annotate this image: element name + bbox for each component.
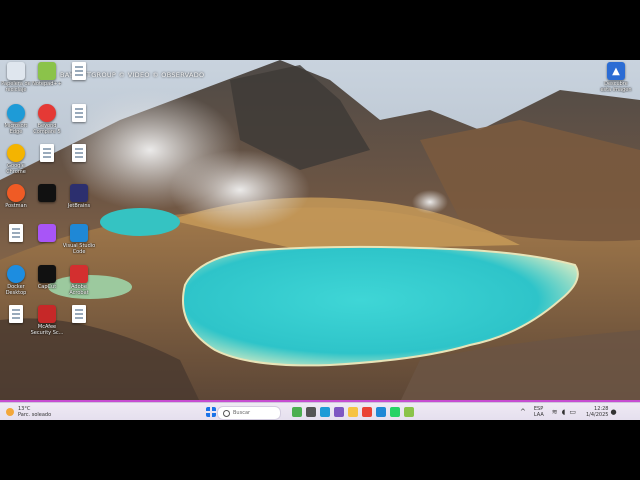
system-tray: ^ ESP LAA ≋ ◖ ▭ 12:28 1/4/2025 ● bbox=[518, 406, 619, 418]
desktop-icon-label: Microsoft Edge bbox=[4, 123, 28, 135]
desktop-icon[interactable]: Google Chrome bbox=[0, 144, 32, 184]
keyboard-layout: LAA bbox=[533, 412, 544, 418]
desktop-icon[interactable] bbox=[63, 305, 95, 345]
edge-icon bbox=[7, 104, 25, 122]
recycle-bin-icon bbox=[7, 62, 25, 80]
desktop-icon-label: Descubre esta imagen bbox=[600, 81, 632, 93]
taskbar: 13°C Parc. soleado Buscar ^ ESP LAA ≋ ◖ … bbox=[0, 402, 640, 420]
desktop-icon[interactable] bbox=[0, 305, 32, 345]
desktop-icon[interactable]: Adobe Acrobat bbox=[63, 265, 95, 305]
purple-app-icon bbox=[38, 224, 56, 242]
chevron-up-icon[interactable]: ^ bbox=[520, 408, 526, 416]
desktop-icon[interactable]: CapCut bbox=[31, 265, 63, 305]
notepad-plus-plus-icon bbox=[38, 62, 56, 80]
chrome-taskbar-icon[interactable] bbox=[362, 407, 372, 417]
clock[interactable]: 12:28 1/4/2025 bbox=[586, 406, 608, 418]
vscode-icon bbox=[70, 224, 88, 242]
document-icon bbox=[72, 305, 86, 323]
desktop-icon[interactable]: Beyond Compare 5 bbox=[31, 104, 63, 144]
notifications-icon[interactable]: ● bbox=[610, 408, 616, 416]
desktop-icon[interactable]: Microsoft Edge bbox=[0, 104, 32, 144]
desktop-icon-label: McAfee Security Sc... bbox=[30, 324, 64, 336]
document-icon bbox=[72, 144, 86, 162]
desktop-icon-label: Beyond Compare 5 bbox=[33, 123, 61, 135]
mcafee-icon bbox=[38, 305, 56, 323]
desktop-icon[interactable] bbox=[63, 62, 95, 102]
desktop-icon-label: JetBrains bbox=[67, 203, 91, 209]
desktop-icon-label: Adobe Acrobat bbox=[69, 284, 89, 296]
desktop-icon-label: Google Chrome bbox=[6, 163, 26, 175]
language-indicator[interactable]: ESP LAA bbox=[534, 406, 544, 418]
desktop-icon-label: Papelera de reciclaje bbox=[1, 81, 31, 93]
beyond-compare-icon bbox=[38, 104, 56, 122]
chrome-icon bbox=[7, 144, 25, 162]
whatsapp-icon[interactable] bbox=[390, 407, 400, 417]
desktop-icon[interactable]: McAfee Security Sc... bbox=[31, 305, 63, 345]
document-icon bbox=[9, 224, 23, 242]
desktop-icon-label: Docker Desktop bbox=[5, 284, 27, 296]
desktop-wallpaper bbox=[0, 60, 640, 402]
desktop-icon-label: Postman bbox=[5, 203, 27, 209]
jetbrains-icon bbox=[70, 184, 88, 202]
store-icon[interactable] bbox=[334, 407, 344, 417]
desktop-icon-label: Notepad++ bbox=[32, 81, 62, 87]
desktop-icon[interactable] bbox=[63, 144, 95, 184]
windows-start-icon bbox=[206, 407, 216, 417]
document-icon bbox=[72, 62, 86, 80]
dark-app-icon bbox=[38, 184, 56, 202]
taskbar-pinned-apps bbox=[290, 406, 416, 418]
desktop-screen: BAYSOFTGROUP © VIDEO © OBSERVADO Papeler… bbox=[0, 60, 640, 420]
docker-icon bbox=[7, 265, 25, 283]
start-button[interactable] bbox=[204, 406, 218, 418]
vscode-taskbar-icon[interactable] bbox=[376, 407, 386, 417]
desktop-icon[interactable] bbox=[31, 224, 63, 264]
weather-widget[interactable]: 13°C Parc. soleado bbox=[6, 406, 51, 418]
document-icon bbox=[40, 144, 54, 162]
search-placeholder: Buscar bbox=[233, 410, 251, 416]
desktop-icon[interactable]: Postman bbox=[0, 184, 32, 224]
desktop-icon[interactable]: Docker Desktop bbox=[0, 265, 32, 305]
desktop-icon[interactable] bbox=[31, 184, 63, 224]
document-icon bbox=[9, 305, 23, 323]
battery-icon[interactable]: ▭ bbox=[569, 408, 576, 416]
explorer-icon[interactable] bbox=[348, 407, 358, 417]
clock-date: 1/4/2025 bbox=[585, 412, 609, 418]
desktop-icon[interactable] bbox=[0, 224, 32, 264]
acrobat-icon bbox=[70, 265, 88, 283]
desktop-icon[interactable]: Notepad++ bbox=[31, 62, 63, 102]
taskbar-search-box[interactable]: Buscar bbox=[217, 406, 281, 420]
capcut-icon bbox=[38, 265, 56, 283]
postman-icon bbox=[7, 184, 25, 202]
taskview-icon[interactable] bbox=[306, 407, 316, 417]
desktop-icon[interactable]: Papelera de reciclaje bbox=[0, 62, 32, 102]
widgets-icon[interactable] bbox=[292, 407, 302, 417]
weather-sun-icon bbox=[6, 408, 14, 416]
wifi-icon[interactable]: ≋ bbox=[552, 408, 558, 416]
edge-taskbar-icon[interactable] bbox=[320, 407, 330, 417]
desktop-icon-label: CapCut bbox=[37, 284, 57, 290]
desktop-icon[interactable]: Visual Studio Code bbox=[63, 224, 95, 264]
weather-desc: Parc. soleado bbox=[18, 412, 52, 418]
volume-icon[interactable]: ◖ bbox=[562, 408, 566, 416]
search-icon bbox=[223, 409, 230, 417]
notepad-taskbar-icon[interactable] bbox=[404, 407, 414, 417]
desktop-icon[interactable]: JetBrains bbox=[63, 184, 95, 224]
desktop-icon-spotlight[interactable]: ▲ Descubre esta imagen bbox=[600, 62, 632, 102]
spotlight-image-icon: ▲ bbox=[607, 62, 625, 80]
desktop-icon-label: Visual Studio Code bbox=[62, 243, 96, 255]
desktop-icon[interactable] bbox=[31, 144, 63, 184]
desktop-icon[interactable] bbox=[63, 104, 95, 144]
document-icon bbox=[72, 104, 86, 122]
